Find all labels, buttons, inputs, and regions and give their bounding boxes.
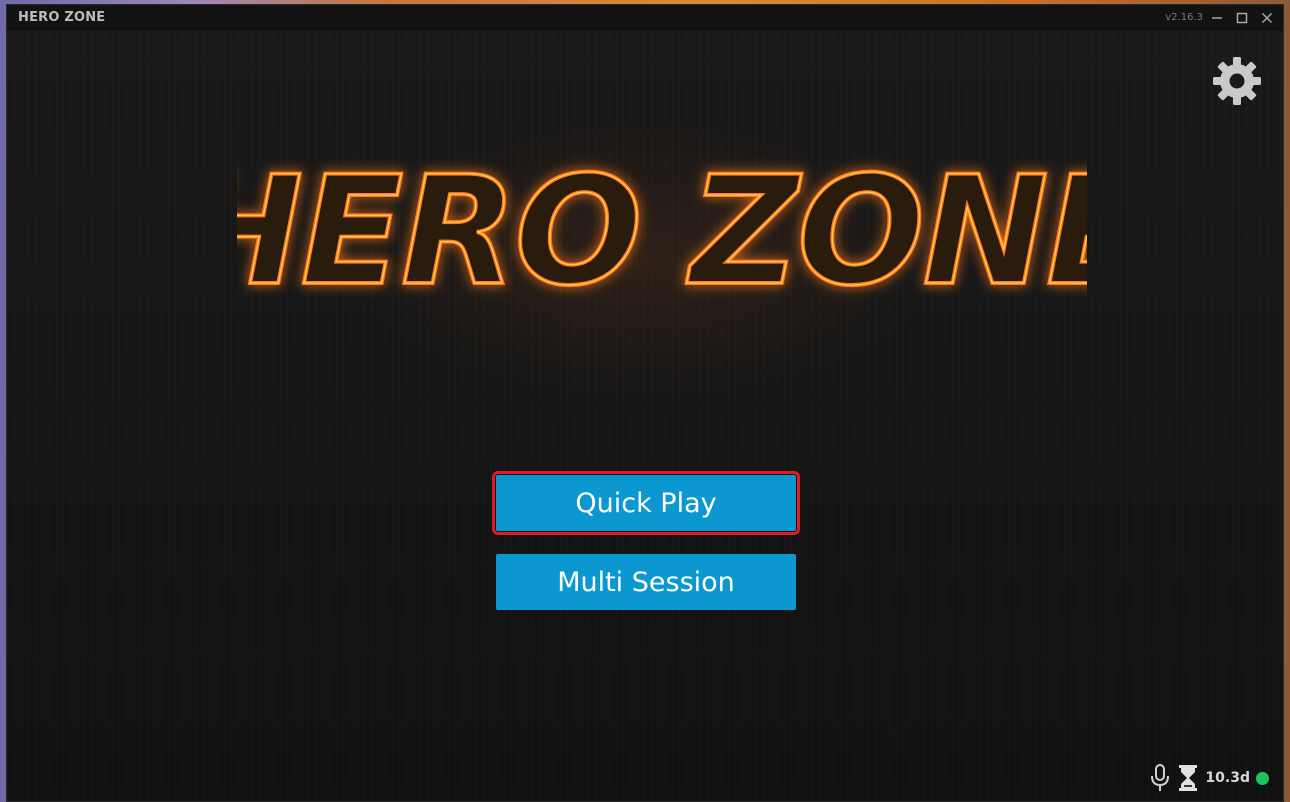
- title-bar[interactable]: HERO ZONE v2.16.3: [7, 5, 1283, 31]
- hero-zone-logo: HERO ZONE HERO ZONE: [237, 143, 1087, 321]
- quick-play-button[interactable]: Quick Play: [492, 471, 800, 535]
- settings-button[interactable]: [1211, 55, 1263, 107]
- online-status-indicator: [1256, 771, 1269, 785]
- launcher-content: HERO ZONE HERO ZONE Quick Play Multi Ses…: [7, 31, 1283, 801]
- microphone-button[interactable]: [1149, 763, 1171, 793]
- minimize-icon: [1212, 17, 1222, 19]
- time-remaining-label: 10.3d: [1205, 770, 1250, 786]
- status-bar: 10.3d: [1149, 763, 1269, 793]
- logo-text-highlight: HERO ZONE: [237, 145, 1087, 319]
- maximize-icon: [1236, 12, 1248, 24]
- hourglass-status: [1177, 763, 1199, 793]
- app-window: HERO ZONE v2.16.3 ERO ZON ERO ZON Quick …: [6, 4, 1284, 802]
- maximize-button[interactable]: [1232, 8, 1252, 28]
- gear-icon: [1213, 57, 1261, 105]
- multi-session-button[interactable]: Multi Session: [496, 554, 796, 610]
- close-button[interactable]: [1257, 8, 1277, 28]
- microphone-icon: [1151, 764, 1170, 791]
- version-label: v2.16.3: [1165, 12, 1203, 23]
- hourglass-icon: [1179, 765, 1198, 791]
- app-title: HERO ZONE: [18, 10, 106, 25]
- close-icon: [1261, 12, 1273, 24]
- minimize-button[interactable]: [1207, 8, 1227, 28]
